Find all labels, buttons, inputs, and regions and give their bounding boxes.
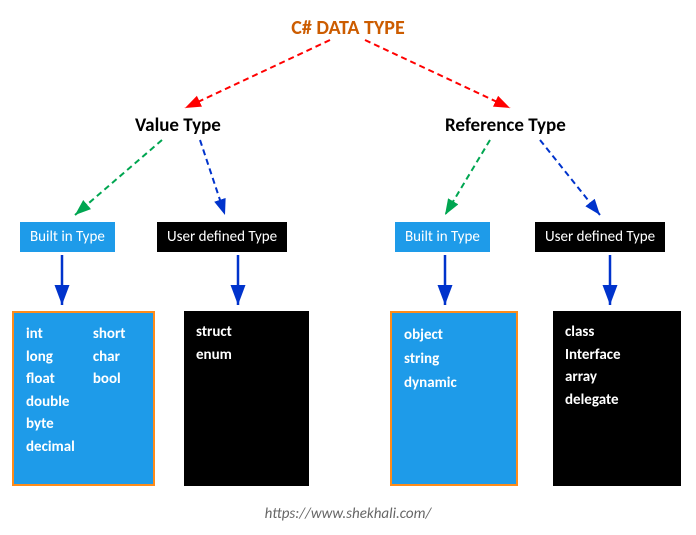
node-value-type: Value Type: [135, 114, 221, 137]
leaf-item: Interface: [565, 344, 669, 367]
leaf-item: short: [93, 323, 126, 346]
arrow-ref-to-userdef: [540, 140, 600, 215]
leaf-item: char: [93, 346, 126, 369]
leaf-item: enum: [196, 344, 297, 367]
leaf-item: struct: [196, 321, 297, 344]
value-builtin-box: Built in Type: [20, 222, 115, 252]
value-userdef-box: User defined Type: [157, 222, 287, 252]
leaf-item: array: [565, 366, 669, 389]
leaf-item: delegate: [565, 389, 669, 412]
value-builtin-leaf: int long float double byte decimal short…: [12, 311, 155, 486]
ref-builtin-leaf: object string dynamic: [390, 311, 518, 486]
leaf-item: bool: [93, 368, 126, 391]
leaf-item: float: [26, 368, 75, 391]
arrow-value-to-userdef: [200, 140, 225, 215]
arrow-title-to-value: [185, 40, 330, 108]
node-reference-type: Reference Type: [445, 114, 566, 137]
ref-builtin-box: Built in Type: [395, 222, 490, 252]
footer-link: https://www.shekhali.com/: [0, 505, 696, 523]
arrow-value-to-builtin: [75, 140, 162, 215]
leaf-item: long: [26, 346, 75, 369]
leaf-item: class: [565, 321, 669, 344]
arrow-ref-to-builtin: [445, 140, 490, 215]
leaf-item: decimal: [26, 436, 75, 459]
leaf-item: byte: [26, 413, 75, 436]
diagram-title: C# DATA TYPE: [0, 16, 696, 40]
ref-userdef-box: User defined Type: [535, 222, 665, 252]
leaf-item: dynamic: [404, 371, 504, 395]
arrow-title-to-reference: [365, 40, 510, 108]
value-userdef-leaf: struct enum: [184, 311, 309, 486]
ref-userdef-leaf: class Interface array delegate: [553, 311, 681, 486]
leaf-item: double: [26, 391, 75, 414]
leaf-item: int: [26, 323, 75, 346]
leaf-item: string: [404, 347, 504, 371]
leaf-item: object: [404, 323, 504, 347]
